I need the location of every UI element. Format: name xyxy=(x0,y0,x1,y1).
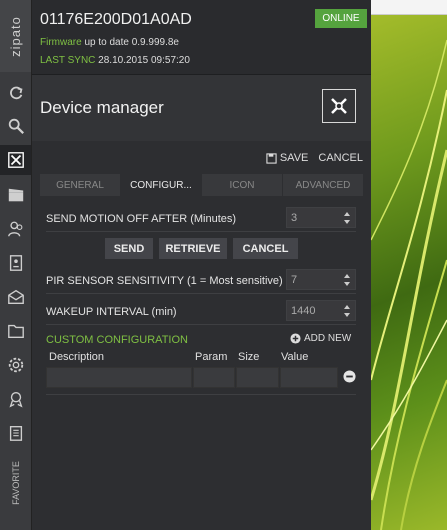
add-new-button[interactable]: ADD NEW xyxy=(290,333,351,344)
tab-general[interactable]: GENERAL xyxy=(40,174,121,196)
firmware-status: Firmware up to date 0.9.999.8e xyxy=(40,37,179,48)
tab-icon[interactable]: ICON xyxy=(202,174,283,196)
pir-row: PIR SENSOR SENSITIVITY (1 = Most sensiti… xyxy=(46,269,356,294)
wakeup-row: WAKEUP INTERVAL (min) 1440 xyxy=(46,300,356,325)
device-panel: 01176E200D01A0AD ONLINE Firmware up to d… xyxy=(32,0,371,530)
value-input[interactable] xyxy=(280,367,338,388)
send-button[interactable]: SEND xyxy=(105,238,153,259)
pir-value: 7 xyxy=(291,274,298,286)
motion-off-value: 3 xyxy=(291,212,298,224)
column-header-size: Size xyxy=(238,351,260,363)
description-input[interactable] xyxy=(46,367,192,388)
spinner-arrows-icon[interactable] xyxy=(343,210,351,226)
pir-label: PIR SENSOR SENSITIVITY (1 = Most sensiti… xyxy=(46,275,283,287)
users-icon[interactable] xyxy=(0,214,31,244)
folder-icon[interactable] xyxy=(0,316,31,346)
clipboard-icon[interactable] xyxy=(0,418,31,448)
add-new-label: ADD NEW xyxy=(304,333,352,344)
column-header-param: Param xyxy=(195,351,228,363)
motion-off-stepper[interactable]: 3 xyxy=(286,207,356,228)
device-manager-icon xyxy=(331,98,347,114)
param-input[interactable] xyxy=(193,367,235,388)
settings-icon[interactable] xyxy=(0,350,31,380)
messages-icon[interactable] xyxy=(0,282,31,312)
refresh-icon[interactable] xyxy=(0,78,31,108)
zipato-logo[interactable]: zipato xyxy=(0,0,31,72)
cancel-link[interactable]: CANCEL xyxy=(318,152,363,164)
custom-config-title: CUSTOM CONFIGURATION xyxy=(46,334,188,346)
wakeup-stepper[interactable]: 1440 xyxy=(286,300,356,321)
awards-icon[interactable] xyxy=(0,384,31,414)
column-header-description: Description xyxy=(49,351,105,363)
firmware-label: Firmware xyxy=(40,37,82,48)
grass-image xyxy=(371,39,447,530)
motion-off-label: SEND MOTION OFF AFTER (Minutes) xyxy=(46,213,237,225)
page-title: Device manager xyxy=(40,98,164,117)
desktop-wallpaper xyxy=(371,0,447,530)
size-input[interactable] xyxy=(236,367,279,388)
last-sync: LAST SYNC 28.10.2015 09:57:20 xyxy=(40,55,190,66)
wakeup-value: 1440 xyxy=(291,305,316,317)
scenes-icon[interactable] xyxy=(0,180,31,210)
device-manager-icon[interactable] xyxy=(0,145,31,175)
device-header: 01176E200D01A0AD ONLINE Firmware up to d… xyxy=(32,0,371,75)
favorite-tab[interactable]: FAVORITE xyxy=(0,448,31,518)
status-badge: ONLINE xyxy=(315,9,367,28)
title-bar: Device manager xyxy=(32,75,371,141)
save-button[interactable]: SAVE xyxy=(266,152,309,164)
spinner-arrows-icon[interactable] xyxy=(343,303,351,319)
cancel-button[interactable]: CANCEL xyxy=(233,238,298,259)
tab-bar: GENERAL CONFIGUR... ICON ADVANCED xyxy=(40,174,363,196)
motion-off-row: SEND MOTION OFF AFTER (Minutes) 3 xyxy=(46,207,356,232)
contacts-icon[interactable] xyxy=(0,248,31,278)
sync-label: LAST SYNC xyxy=(40,55,96,66)
retrieve-button[interactable]: RETRIEVE xyxy=(159,238,227,259)
floppy-icon xyxy=(266,152,277,164)
device-id: 01176E200D01A0AD xyxy=(40,11,192,28)
save-label: SAVE xyxy=(279,152,309,164)
spinner-arrows-icon[interactable] xyxy=(343,272,351,288)
table-divider xyxy=(46,394,356,395)
firmware-text: up to date 0.9.999.8e xyxy=(84,37,179,48)
plus-circle-icon xyxy=(290,333,301,344)
remove-row-icon[interactable] xyxy=(343,370,356,383)
form-actions: SAVE CANCEL xyxy=(266,152,363,164)
wakeup-label: WAKEUP INTERVAL (min) xyxy=(46,306,177,318)
tab-configuration[interactable]: CONFIGUR... xyxy=(121,174,202,196)
browser-tab-strip xyxy=(371,0,447,15)
pir-stepper[interactable]: 7 xyxy=(286,269,356,290)
column-header-value: Value xyxy=(281,351,309,363)
search-icon[interactable] xyxy=(0,111,31,141)
device-tool-button[interactable] xyxy=(322,89,356,123)
sidebar: zipato FAVORITE xyxy=(0,0,32,530)
sync-text: 28.10.2015 09:57:20 xyxy=(98,55,190,66)
tab-advanced[interactable]: ADVANCED xyxy=(283,174,363,196)
